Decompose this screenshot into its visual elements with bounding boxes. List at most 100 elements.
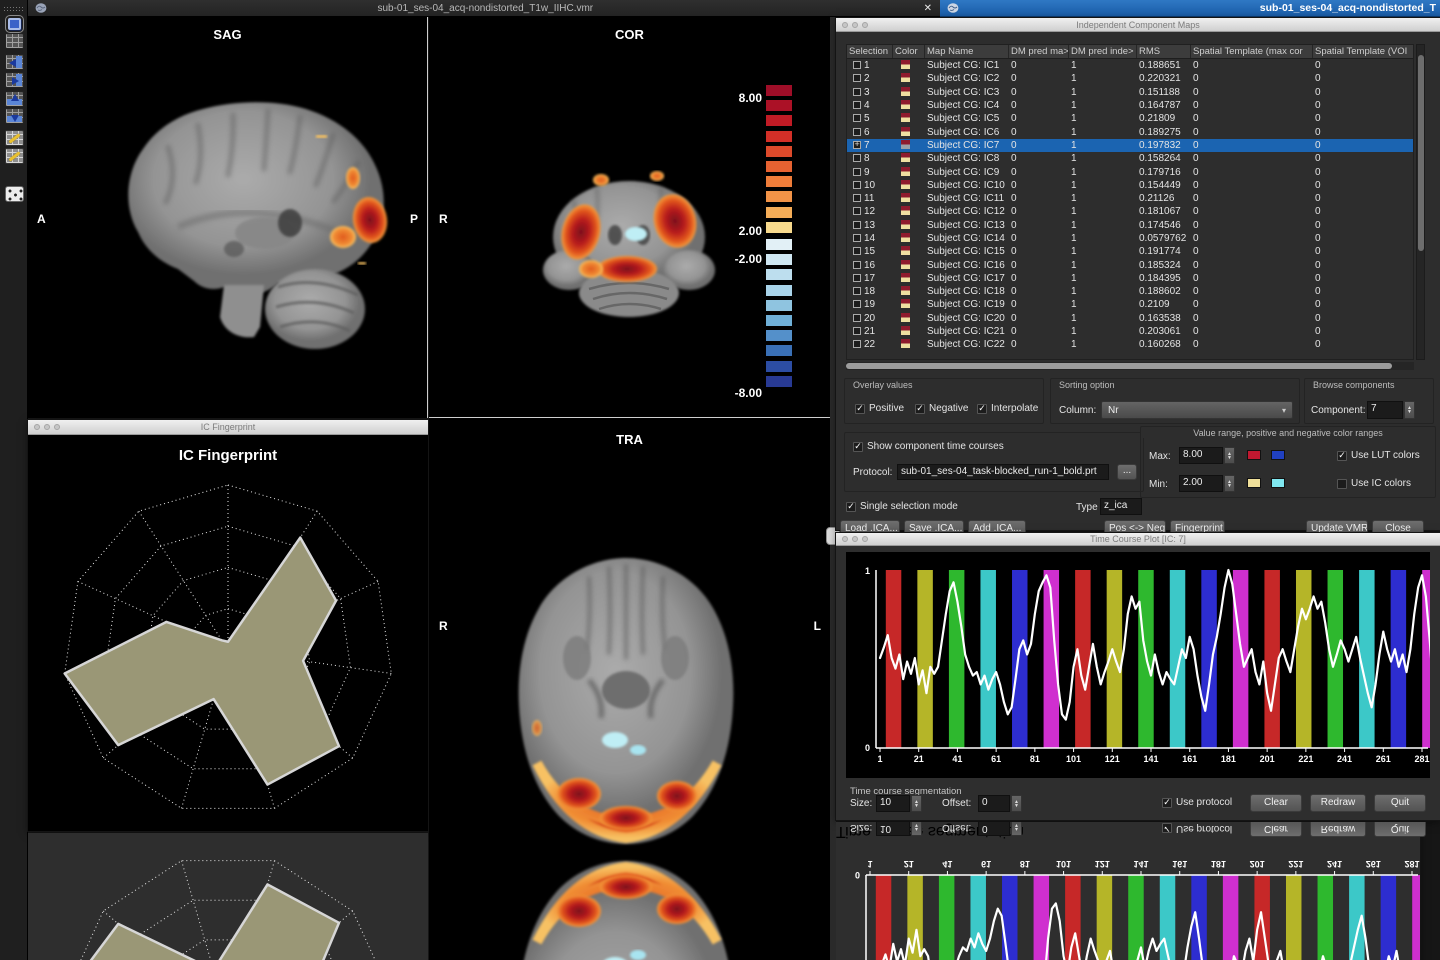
row-selection-checkbox[interactable] <box>853 221 861 229</box>
use-ic-colors-checkbox[interactable]: Use IC colors <box>1337 478 1411 489</box>
max-spinner[interactable]: ▲▼ <box>1224 447 1235 464</box>
clear-button[interactable]: Clear <box>1250 794 1302 812</box>
table-horizontal-scrollbar[interactable] <box>846 362 1414 370</box>
row-selection-checkbox[interactable] <box>853 274 861 282</box>
table-row[interactable]: 14Subject CG: IC14010.057976200 <box>847 232 1413 245</box>
table-row[interactable]: 20Subject CG: IC20010.16353800 <box>847 312 1413 325</box>
offset-field[interactable]: 0 <box>978 795 1010 812</box>
vmr-window-titlebar[interactable]: sub-01_ses-04_acq-nondistorted_T1w_IIHC.… <box>28 0 940 17</box>
clear-button[interactable]: Clear <box>1250 822 1302 837</box>
table-row[interactable]: 21Subject CG: IC21010.20306100 <box>847 325 1413 338</box>
sagittal-view-icon[interactable] <box>5 54 24 70</box>
redraw-button[interactable]: Redraw <box>1310 822 1366 837</box>
show-timecourses-checkbox[interactable]: ✓Show component time courses <box>853 441 1004 452</box>
column-header[interactable]: RMS <box>1137 45 1191 58</box>
column-header[interactable]: DM pred ma> <box>1009 45 1069 58</box>
axial-view-icon[interactable] <box>5 108 24 124</box>
row-selection-checkbox[interactable] <box>853 287 861 295</box>
column-header[interactable]: Color <box>893 45 925 58</box>
table-row[interactable]: 17Subject CG: IC17010.18439500 <box>847 272 1413 285</box>
row-selection-checkbox[interactable] <box>853 181 861 189</box>
table-row[interactable]: 19Subject CG: IC19010.210900 <box>847 298 1413 311</box>
row-selection-checkbox[interactable] <box>853 314 861 322</box>
tra-view[interactable]: TRA R L <box>429 418 830 850</box>
sagittal-flip-view-icon[interactable] <box>5 72 24 88</box>
table-row[interactable]: 18Subject CG: IC18010.18860200 <box>847 285 1413 298</box>
table-row[interactable]: 6Subject CG: IC6010.18927500 <box>847 125 1413 138</box>
table-row[interactable]: 11Subject CG: IC11010.2112600 <box>847 192 1413 205</box>
sort-column-dropdown[interactable]: Nr▾ <box>1101 401 1293 419</box>
use-protocol-checkbox[interactable]: ✓Use protocol <box>1162 823 1232 834</box>
offset-spinner[interactable]: ▲▼ <box>1011 795 1022 812</box>
timecourse-titlebar[interactable]: Time Course Plot [IC: 7] <box>836 533 1440 546</box>
column-header[interactable]: Selection <box>847 45 893 58</box>
interpolate-checkbox[interactable]: ✓Interpolate <box>977 403 1038 414</box>
positive-color-swatch-2[interactable] <box>1271 450 1285 460</box>
secondary-window-titlebar[interactable]: sub-01_ses-04_acq-nondistorted_T <box>940 0 1440 17</box>
table-row[interactable]: 10Subject CG: IC10010.15444900 <box>847 179 1413 192</box>
table-row[interactable]: 8Subject CG: IC8010.15826400 <box>847 152 1413 165</box>
icm-titlebar[interactable]: Independent Component Maps <box>836 18 1440 32</box>
row-selection-checkbox[interactable] <box>853 327 861 335</box>
negative-color-swatch-1[interactable] <box>1247 478 1261 488</box>
positive-checkbox[interactable]: ✓Positive <box>855 403 904 414</box>
row-selection-checkbox[interactable] <box>853 61 861 69</box>
table-row[interactable]: 12Subject CG: IC12010.18106700 <box>847 205 1413 218</box>
component-table[interactable]: SelectionColorMap NameDM pred ma>DM pred… <box>846 44 1414 360</box>
use-lut-colors-checkbox[interactable]: ✓Use LUT colors <box>1337 450 1420 461</box>
table-row[interactable]: 5Subject CG: IC5010.2180900 <box>847 112 1413 125</box>
row-selection-checkbox[interactable] <box>853 154 861 162</box>
table-vertical-scrollbar[interactable] <box>1416 44 1425 360</box>
draw-pen-icon[interactable] <box>5 130 24 146</box>
column-header[interactable]: Map Name <box>925 45 1009 58</box>
negative-color-swatch-2[interactable] <box>1271 478 1285 488</box>
coronal-view-icon[interactable] <box>5 91 24 107</box>
tra-view[interactable]: TRA R L <box>429 850 830 960</box>
component-number-field[interactable]: 7 <box>1367 401 1403 419</box>
row-selection-checkbox[interactable] <box>853 74 861 82</box>
protocol-browse-button[interactable]: ... <box>1117 464 1137 480</box>
size-spinner[interactable]: ▲▼ <box>911 822 922 836</box>
row-selection-checkbox[interactable] <box>853 207 861 215</box>
row-selection-checkbox[interactable] <box>853 194 861 202</box>
negative-checkbox[interactable]: ✓Negative <box>915 403 968 414</box>
protocol-field[interactable]: sub-01_ses-04_task-blocked_run-1_bold.pr… <box>897 464 1109 480</box>
table-row[interactable]: 15Subject CG: IC15010.19177400 <box>847 245 1413 258</box>
row-selection-checkbox[interactable] <box>853 114 861 122</box>
row-selection-checkbox[interactable] <box>853 300 861 308</box>
row-selection-checkbox[interactable] <box>853 128 861 136</box>
use-protocol-checkbox[interactable]: ✓Use protocol <box>1162 797 1232 808</box>
size-spinner[interactable]: ▲▼ <box>911 795 922 812</box>
row-selection-checkbox[interactable] <box>853 234 861 242</box>
component-spinner[interactable]: ▲▼ <box>1404 401 1415 419</box>
row-selection-checkbox[interactable] <box>853 168 861 176</box>
table-row[interactable]: 13Subject CG: IC13010.17454600 <box>847 219 1413 232</box>
table-row[interactable]: 7Subject CG: IC7010.19783200 <box>847 139 1413 152</box>
table-row[interactable]: 9Subject CG: IC9010.17971600 <box>847 165 1413 178</box>
table-row[interactable]: 4Subject CG: IC4010.16478700 <box>847 99 1413 112</box>
row-selection-checkbox[interactable] <box>853 340 861 348</box>
cor-view[interactable]: COR R 8.002.00-2.00-8.00 <box>429 17 830 418</box>
table-row[interactable]: 1Subject CG: IC1010.18865100 <box>847 59 1413 72</box>
single-selection-checkbox[interactable]: ✓Single selection mode <box>846 501 958 512</box>
min-value-field[interactable]: 2.00 <box>1179 475 1223 492</box>
row-selection-checkbox[interactable] <box>853 141 861 149</box>
table-row[interactable]: 16Subject CG: IC16010.18532400 <box>847 258 1413 271</box>
column-header[interactable]: DM pred inde> <box>1069 45 1137 58</box>
grid-view-icon[interactable] <box>5 33 24 49</box>
positive-color-swatch-1[interactable] <box>1247 450 1261 460</box>
close-icon[interactable]: ✕ <box>924 3 932 14</box>
quit-button[interactable]: Quit <box>1374 822 1426 837</box>
draw-pen-alt-icon[interactable] <box>5 148 24 164</box>
row-selection-checkbox[interactable] <box>853 88 861 96</box>
quit-button[interactable]: Quit <box>1374 794 1426 812</box>
row-selection-checkbox[interactable] <box>853 247 861 255</box>
size-field[interactable]: 10 <box>876 822 910 836</box>
offset-field[interactable]: 0 <box>978 822 1010 836</box>
row-selection-checkbox[interactable] <box>853 261 861 269</box>
size-field[interactable]: 10 <box>876 795 910 812</box>
dice-random-icon[interactable] <box>5 186 24 202</box>
fingerprint-titlebar[interactable]: IC Fingerprint <box>28 420 428 435</box>
table-row[interactable]: 2Subject CG: IC2010.22032100 <box>847 72 1413 85</box>
min-spinner[interactable]: ▲▼ <box>1224 475 1235 492</box>
